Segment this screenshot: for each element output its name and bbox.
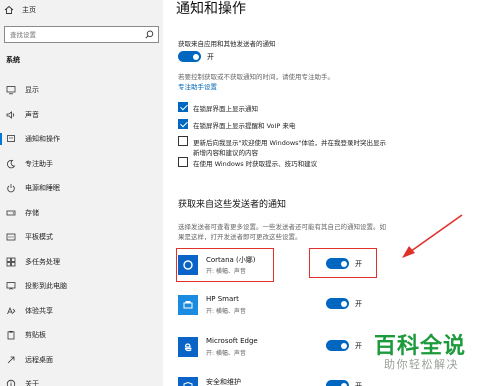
sidebar-item-label: 投影到此电脑 — [25, 282, 67, 291]
welcome-experience-label-line2: 新增内容和建议的内容 — [193, 149, 258, 157]
focus-assist-settings-link[interactable]: 专注助手设置 — [178, 81, 217, 91]
sidebar-item-display[interactable]: 显示 — [0, 78, 163, 103]
search-box[interactable] — [4, 26, 159, 43]
lockscreen-notifications-label: 在锁屏界面上显示通知 — [193, 105, 258, 113]
sidebar-item-label: 电源和睡眠 — [25, 184, 60, 193]
toggle-state: 开 — [355, 300, 362, 308]
sidebar-item-label: 远程桌面 — [25, 355, 53, 364]
lockscreen-reminders-label: 在锁屏界面上显示提醒和 VoIP 来电 — [193, 122, 296, 130]
focus-assist-hint: 若要控制获取或不获取通知的时间，请使用专注助手。 — [178, 73, 334, 81]
search-input[interactable] — [5, 27, 141, 42]
sidebar-item-shared-experiences[interactable]: 体验共享 — [0, 299, 163, 324]
sidebar-item-multitasking[interactable]: 多任务处理 — [0, 250, 163, 275]
sidebar-item-storage[interactable]: 存储 — [0, 201, 163, 226]
sidebar-item-label: 存储 — [25, 208, 39, 217]
sidebar-item-label: 关于 — [25, 380, 39, 386]
speaker-icon — [6, 110, 16, 120]
senders-description-line1: 选择发送者可查看更多设置。一些发送者还可能有其自己的通知设置。如 — [178, 223, 386, 231]
home-icon — [4, 5, 14, 15]
tablet-icon — [6, 232, 16, 242]
moon-icon — [6, 159, 16, 169]
app-row-hp-smart[interactable]: HP Smart 开: 横幅、声音 开 — [178, 292, 478, 320]
sidebar-item-label: 声音 — [25, 110, 39, 119]
sidebar-item-sound[interactable]: 声音 — [0, 103, 163, 128]
lockscreen-reminders-checkbox[interactable] — [178, 119, 188, 129]
app-status: 开: 横幅、声音 — [206, 308, 246, 315]
sidebar-item-clipboard[interactable]: 剪贴板 — [0, 323, 163, 348]
sidebar-item-power[interactable]: 电源和睡眠 — [0, 176, 163, 201]
toggle-state: 开 — [355, 342, 362, 350]
sidebar-item-label: 专注助手 — [25, 159, 53, 168]
toggle-state: 开 — [355, 382, 362, 386]
monitor-icon — [6, 85, 16, 95]
storage-icon — [6, 208, 16, 218]
edge-toggle[interactable] — [326, 340, 349, 351]
welcome-experience-checkbox[interactable] — [178, 136, 188, 146]
sidebar-item-label: 显示 — [25, 86, 39, 95]
app-name: 安全和维护 — [206, 378, 241, 386]
project-icon — [6, 281, 16, 291]
info-icon — [6, 379, 16, 386]
notifications-toggle-state: 开 — [207, 53, 214, 61]
search-icon[interactable] — [145, 30, 154, 39]
clipboard-icon — [6, 330, 16, 340]
app-name: HP Smart — [206, 295, 239, 303]
app-status: 开: 横幅、声音 — [206, 350, 246, 357]
welcome-experience-label: 更新后向我显示"欢迎使用 Windows"体验，并在我登录时突出显示 — [193, 139, 387, 147]
page-title: 通知和操作 — [176, 1, 246, 17]
sidebar-item-notifications[interactable]: 通知和操作 — [0, 127, 163, 152]
sidebar-item-tablet-mode[interactable]: 平板模式 — [0, 225, 163, 250]
sidebar-item-label: 平板模式 — [25, 233, 53, 242]
annotation-arrow — [402, 214, 463, 258]
annotation-box-toggle — [309, 248, 377, 278]
section-title: 系统 — [6, 56, 20, 64]
security-icon — [178, 377, 198, 386]
sidebar-item-label: 剪贴板 — [25, 331, 46, 340]
home-label: 主页 — [22, 6, 36, 14]
remote-icon — [6, 355, 16, 365]
sidebar-item-remote-desktop[interactable]: 远程桌面 — [0, 348, 163, 373]
tips-label: 在使用 Windows 时获取提示、技巧和建议 — [193, 160, 318, 168]
senders-heading: 获取来自这些发送者的通知 — [178, 200, 287, 210]
watermark: 百科全说 助你轻松解决 — [370, 328, 496, 378]
sidebar-item-focus-assist[interactable]: 专注助手 — [0, 152, 163, 177]
multitask-icon — [6, 257, 16, 267]
lockscreen-notifications-checkbox[interactable] — [178, 102, 188, 112]
annotation-box-cortana — [176, 248, 274, 282]
edge-icon — [178, 337, 198, 357]
sidebar-item-label: 通知和操作 — [25, 135, 60, 144]
sidebar-item-project[interactable]: 投影到此电脑 — [0, 274, 163, 299]
senders-description-line2: 果是这样，打开发送者即可更改这些设置。 — [178, 233, 302, 241]
sidebar-item-label: 体验共享 — [25, 306, 53, 315]
home-link[interactable]: 主页 — [4, 4, 36, 16]
security-toggle[interactable] — [326, 380, 349, 386]
notifications-toggle[interactable] — [178, 51, 201, 62]
watermark-subtitle: 助你轻松解决 — [384, 358, 459, 371]
notification-icon — [6, 134, 16, 144]
settings-sidebar: 主页 系统 显示 声音 通知和操作 专注助手 电源和睡眠 — [0, 0, 163, 386]
power-icon — [6, 183, 16, 193]
sidebar-item-about[interactable]: 关于 — [0, 372, 163, 386]
sidebar-item-label: 多任务处理 — [25, 257, 60, 266]
share-icon — [6, 306, 16, 316]
hp-smart-icon — [178, 295, 198, 315]
tips-checkbox[interactable] — [178, 157, 188, 167]
notifications-label: 获取来自应用和其他发送者的通知 — [178, 40, 276, 48]
app-name: Microsoft Edge — [206, 337, 258, 345]
sidebar-nav: 显示 声音 通知和操作 专注助手 电源和睡眠 存储 平板模式 多任务处理 投影到… — [0, 78, 163, 386]
hp-smart-toggle[interactable] — [326, 298, 349, 309]
